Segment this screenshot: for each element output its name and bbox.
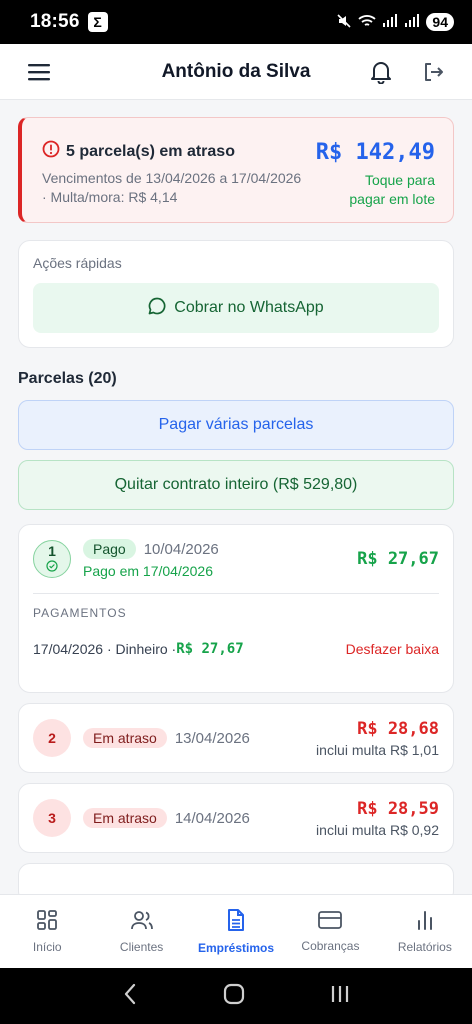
status-badge: Pago: [83, 539, 136, 559]
status-time: 18:56: [30, 11, 80, 32]
wifi-icon: [358, 13, 377, 32]
check-circle-icon: [46, 559, 58, 575]
message-icon: [148, 297, 166, 320]
paid-on-date: Pago em 17/04/2026: [83, 563, 213, 579]
users-icon: [130, 909, 154, 934]
installment-number: 3: [48, 810, 56, 826]
installment-amount: R$ 27,67: [357, 549, 439, 569]
installment-card-2[interactable]: 2 Em atraso 13/04/2026 R$ 28,68 inclui m…: [18, 703, 454, 773]
payment-amount: R$ 27,67: [176, 641, 244, 657]
batch-pay-hint[interactable]: Toque para pagar em lote: [316, 171, 435, 209]
nav-item-relatorios[interactable]: Relatórios: [378, 895, 472, 968]
divider: [33, 593, 439, 594]
due-date: 14/04/2026: [174, 809, 250, 827]
back-icon[interactable]: [122, 983, 138, 1010]
status-bar: 18:56 Σ 94: [0, 0, 472, 44]
bar-chart-icon: [414, 909, 436, 934]
installment-number: 1: [48, 543, 56, 559]
mute-icon: [336, 13, 352, 32]
nav-item-cobrancas[interactable]: Cobranças: [283, 895, 377, 968]
fine-included: inclui multa R$ 1,01: [316, 741, 439, 758]
nav-label: Cobranças: [301, 939, 360, 953]
bottom-nav: Início Clientes Empréstimos Cobranças Re…: [0, 894, 472, 968]
payments-header: PAGAMENTOS: [33, 606, 127, 620]
whatsapp-charge-button[interactable]: Cobrar no WhatsApp: [33, 283, 439, 333]
status-badge: Em atraso: [83, 808, 167, 828]
nav-label: Clientes: [119, 940, 164, 954]
nav-label: Empréstimos: [198, 941, 275, 955]
main-content: 5 parcela(s) em atraso Vencimentos de 13…: [0, 100, 472, 894]
installment-amount: R$ 28,68: [357, 718, 439, 739]
status-badge: Em atraso: [83, 728, 167, 748]
installment-amount: R$ 28,59: [357, 798, 439, 819]
app-notification-icon: Σ: [87, 12, 108, 32]
overdue-fine: · Multa/mora: R$ 4,14: [42, 189, 178, 205]
installment-card-partial[interactable]: [18, 863, 454, 894]
nav-item-emprestimos[interactable]: Empréstimos: [189, 895, 283, 968]
batch-pay-hint-line2: pagar em lote: [349, 191, 435, 207]
installment-number-badge: 1: [33, 540, 71, 578]
app-header: Antônio da Silva: [0, 44, 472, 100]
menu-icon[interactable]: [26, 59, 52, 85]
recents-icon[interactable]: [330, 984, 350, 1009]
system-nav-bar: [0, 968, 472, 1024]
installment-number: 2: [48, 730, 56, 746]
card-icon: [317, 910, 343, 933]
signal-icon-2: [404, 13, 420, 31]
due-date: 10/04/2026: [143, 540, 219, 558]
logout-icon[interactable]: [420, 59, 446, 85]
installment-number-badge: 3: [33, 799, 71, 837]
bell-icon[interactable]: [368, 59, 394, 85]
settle-contract-button[interactable]: Quitar contrato inteiro (R$ 529,80): [18, 460, 454, 510]
nav-label: Relatórios: [397, 940, 452, 954]
due-date: 13/04/2026: [174, 729, 250, 747]
batch-pay-hint-line1: Toque para: [364, 172, 435, 188]
payment-date-method: 17/04/2026 · Dinheiro ·: [33, 641, 177, 657]
nav-label: Início: [32, 940, 62, 954]
overdue-title: 5 parcela(s) em atraso: [66, 142, 235, 160]
installments-title: Parcelas (20): [18, 370, 117, 387]
pay-multiple-button[interactable]: Pagar várias parcelas: [18, 400, 454, 450]
home-icon[interactable]: [223, 983, 245, 1010]
grid-icon: [36, 909, 58, 934]
payment-row: 17/04/2026 · Dinheiro · R$ 27,67 Desfaze…: [33, 620, 439, 692]
document-icon: [226, 908, 246, 935]
quick-actions-label: Ações rápidas: [33, 255, 122, 271]
overdue-due-range: Vencimentos de 13/04/2026 a 17/04/2026: [42, 170, 302, 186]
nav-item-inicio[interactable]: Início: [0, 895, 94, 968]
installment-card-1[interactable]: 1 Pago 10/04/2026 Pago em 17/04/2026 R$ …: [18, 524, 454, 693]
signal-icon: [382, 13, 398, 31]
whatsapp-button-label: Cobrar no WhatsApp: [174, 299, 324, 316]
nav-item-clientes[interactable]: Clientes: [94, 895, 188, 968]
battery-indicator: 94: [426, 13, 454, 31]
installment-card-3[interactable]: 3 Em atraso 14/04/2026 R$ 28,59 inclui m…: [18, 783, 454, 853]
overdue-alert-card[interactable]: 5 parcela(s) em atraso Vencimentos de 13…: [18, 117, 454, 223]
overdue-amount: R$ 142,49: [315, 140, 435, 165]
fine-included: inclui multa R$ 0,92: [316, 821, 439, 838]
quick-actions-card: Ações rápidas Cobrar no WhatsApp: [18, 240, 454, 348]
undo-payment-button[interactable]: Desfazer baixa: [346, 641, 439, 657]
alert-circle-icon: [42, 140, 60, 163]
installment-number-badge: 2: [33, 719, 71, 757]
